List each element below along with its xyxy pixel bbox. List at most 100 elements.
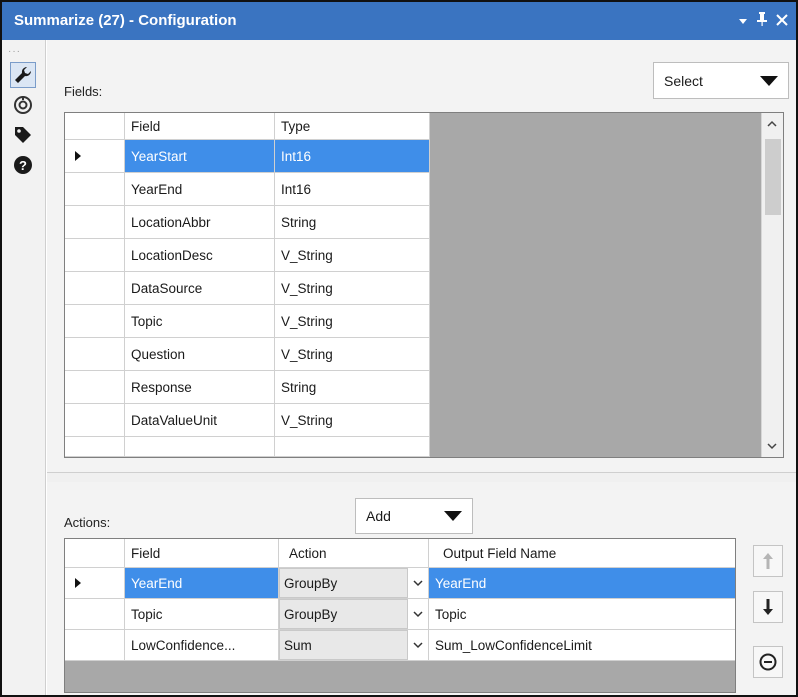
table-row[interactable]: Response String xyxy=(65,371,430,404)
type-cell xyxy=(275,437,430,457)
field-cell[interactable]: DataSource xyxy=(125,272,275,305)
add-dropdown[interactable]: Add xyxy=(355,498,473,534)
actions-header-row: Field Action Output Field Name xyxy=(65,539,735,568)
tag-icon[interactable] xyxy=(10,122,36,148)
table-row[interactable]: Topic V_String xyxy=(65,305,430,338)
field-cell[interactable]: LocationAbbr xyxy=(125,206,275,239)
table-row[interactable]: DataSource V_String xyxy=(65,272,430,305)
actions-grid[interactable]: Field Action Output Field Name YearEnd G… xyxy=(64,538,736,693)
chevron-down-icon[interactable] xyxy=(408,641,428,649)
field-cell[interactable]: YearEnd xyxy=(125,568,279,599)
configuration-panel: Fields: Select Field Type YearStart Int1… xyxy=(47,40,796,695)
row-selector[interactable] xyxy=(65,599,125,630)
table-row[interactable]: Question V_String xyxy=(65,338,430,371)
field-cell[interactable]: YearStart xyxy=(125,140,275,173)
row-selector[interactable] xyxy=(65,630,125,661)
type-cell[interactable]: V_String xyxy=(275,338,430,371)
close-icon[interactable] xyxy=(776,13,788,31)
column-header-field[interactable]: Field xyxy=(125,113,275,140)
row-selector[interactable] xyxy=(65,371,125,404)
grip-dots-icon: ··· xyxy=(8,46,21,57)
field-cell[interactable]: Topic xyxy=(125,305,275,338)
type-cell[interactable]: V_String xyxy=(275,305,430,338)
table-row[interactable]: Topic GroupBy Topic xyxy=(65,599,735,630)
row-selector[interactable] xyxy=(65,272,125,305)
output-field-cell[interactable]: YearEnd xyxy=(429,568,735,599)
column-header-output[interactable]: Output Field Name xyxy=(429,539,735,568)
chevron-down-icon xyxy=(760,75,778,86)
column-header-action[interactable]: Action xyxy=(279,539,429,568)
fields-grid[interactable]: Field Type YearStart Int16 YearEnd Int16… xyxy=(64,112,784,458)
type-cell[interactable]: V_String xyxy=(275,404,430,437)
actions-table: Field Action Output Field Name YearEnd G… xyxy=(65,539,735,661)
row-header-cell xyxy=(65,539,125,568)
window-title: Summarize (27) - Configuration xyxy=(14,12,237,29)
column-header-field[interactable]: Field xyxy=(125,539,279,568)
svg-text:?: ? xyxy=(19,158,27,173)
row-pointer-icon xyxy=(75,151,81,161)
type-cell[interactable]: String xyxy=(275,371,430,404)
output-field-cell[interactable]: Topic xyxy=(429,599,735,630)
table-row[interactable]: YearStart Int16 xyxy=(65,140,430,173)
type-cell[interactable]: V_String xyxy=(275,239,430,272)
table-row[interactable]: LocationDesc V_String xyxy=(65,239,430,272)
table-row[interactable]: DataValueUnit V_String xyxy=(65,404,430,437)
scroll-up-icon[interactable] xyxy=(767,119,777,131)
action-select[interactable]: Sum xyxy=(279,630,429,661)
wrench-icon[interactable] xyxy=(10,62,36,88)
move-up-button[interactable] xyxy=(753,545,783,577)
title-bar-controls xyxy=(738,11,788,32)
fields-header-row: Field Type xyxy=(65,113,430,140)
row-selector[interactable] xyxy=(65,338,125,371)
scrollbar-thumb[interactable] xyxy=(765,139,781,215)
type-cell[interactable]: Int16 xyxy=(275,173,430,206)
fields-scrollbar[interactable] xyxy=(761,113,783,457)
type-cell[interactable]: Int16 xyxy=(275,140,430,173)
remove-icon xyxy=(759,653,777,671)
fields-label: Fields: xyxy=(64,84,103,99)
field-cell[interactable]: DataValueUnit xyxy=(125,404,275,437)
select-dropdown-label: Select xyxy=(664,72,703,89)
field-cell[interactable]: YearEnd xyxy=(125,173,275,206)
column-header-type[interactable]: Type xyxy=(275,113,430,140)
field-cell[interactable]: LocationDesc xyxy=(125,239,275,272)
row-selector[interactable] xyxy=(65,568,125,599)
output-field-cell[interactable]: Sum_LowConfidenceLimit xyxy=(429,630,735,661)
tool-strip: ··· ? xyxy=(2,40,46,695)
fields-table: Field Type YearStart Int16 YearEnd Int16… xyxy=(65,113,430,457)
field-cell[interactable]: Question xyxy=(125,338,275,371)
help-icon[interactable]: ? xyxy=(10,152,36,178)
row-selector[interactable] xyxy=(65,305,125,338)
table-row[interactable]: LocationAbbr String xyxy=(65,206,430,239)
action-value: GroupBy xyxy=(279,568,408,598)
chevron-down-icon[interactable] xyxy=(408,579,428,587)
row-selector[interactable] xyxy=(65,140,125,173)
row-selector[interactable] xyxy=(65,173,125,206)
action-select[interactable]: GroupBy xyxy=(279,568,429,599)
title-bar: Summarize (27) - Configuration xyxy=(2,2,796,40)
table-row[interactable]: YearEnd Int16 xyxy=(65,173,430,206)
table-row[interactable]: LowConfidence... Sum Sum_LowConfidenceLi… xyxy=(65,630,735,661)
select-dropdown[interactable]: Select xyxy=(653,62,789,99)
field-cell xyxy=(125,437,275,457)
move-up-icon xyxy=(763,553,773,569)
field-cell[interactable]: Response xyxy=(125,371,275,404)
type-cell[interactable]: V_String xyxy=(275,272,430,305)
type-cell[interactable]: String xyxy=(275,206,430,239)
move-down-button[interactable] xyxy=(753,591,783,623)
table-row-partial xyxy=(65,437,430,457)
field-cell[interactable]: LowConfidence... xyxy=(125,630,279,661)
pin-icon[interactable] xyxy=(756,11,768,32)
chevron-down-icon[interactable] xyxy=(408,610,428,618)
row-selector[interactable] xyxy=(65,239,125,272)
action-select[interactable]: GroupBy xyxy=(279,599,429,630)
field-cell[interactable]: Topic xyxy=(125,599,279,630)
target-icon[interactable] xyxy=(10,92,36,118)
table-row[interactable]: YearEnd GroupBy YearEnd xyxy=(65,568,735,599)
row-selector[interactable] xyxy=(65,404,125,437)
remove-button[interactable] xyxy=(753,646,783,678)
panel-splitter[interactable] xyxy=(47,472,796,482)
dropdown-arrow-icon[interactable] xyxy=(738,13,748,31)
row-selector[interactable] xyxy=(65,206,125,239)
scroll-down-icon[interactable] xyxy=(767,441,777,453)
